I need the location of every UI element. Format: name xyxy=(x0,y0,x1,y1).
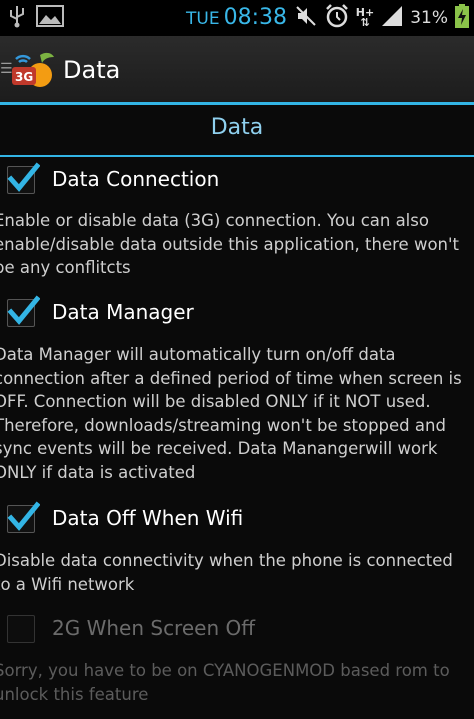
section-header: Data xyxy=(210,115,264,140)
checkbox-2g-when-screen-off xyxy=(7,615,35,643)
signal-icon xyxy=(380,5,404,31)
preference-title: Data Manager xyxy=(52,300,194,324)
status-day: TUE xyxy=(186,9,220,29)
status-bar: TUE 08:38 H+ ⇅ 31% xyxy=(0,0,474,36)
checkbox-data-off-when-wifi[interactable] xyxy=(7,501,40,533)
section-header-divider xyxy=(0,155,474,157)
network-type-label: H+ xyxy=(355,6,375,19)
preference-2g-when-screen-off: 2G When Screen Off Sorry, you have to be… xyxy=(0,610,474,710)
image-icon xyxy=(36,5,64,31)
checkmark-icon xyxy=(7,501,40,531)
preference-summary: Sorry, you have to be on CYANOGENMOD bas… xyxy=(0,661,450,704)
preference-summary: Disable data connectivity when the phone… xyxy=(0,551,453,594)
preference-title: Data Connection xyxy=(52,167,220,191)
checkmark-icon xyxy=(7,295,40,325)
alarm-icon xyxy=(324,3,350,33)
usb-icon xyxy=(8,4,26,32)
app-logo-3g-icon[interactable]: 3G xyxy=(10,49,56,91)
action-bar-divider xyxy=(0,102,474,105)
page-title: Data xyxy=(63,56,121,84)
preference-title: 2G When Screen Off xyxy=(52,616,256,640)
preference-summary: Enable or disable data (3G) connection. … xyxy=(0,211,459,277)
preference-summary: Data Manager will automatically turn on/… xyxy=(0,345,462,482)
preference-data-connection[interactable]: Data Connection Enable or disable data (… xyxy=(0,160,474,285)
preference-data-manager[interactable]: Data Manager Data Manager will automatic… xyxy=(0,293,474,488)
status-time: 08:38 xyxy=(223,5,287,30)
status-clock: TUE 08:38 xyxy=(186,5,287,30)
battery-percent: 31% xyxy=(410,8,448,28)
battery-charging-icon xyxy=(454,3,470,33)
svg-text:3G: 3G xyxy=(15,70,33,84)
checkbox-data-manager[interactable] xyxy=(7,295,40,327)
mute-icon xyxy=(294,4,318,32)
preference-title: Data Off When Wifi xyxy=(52,506,244,530)
network-type: H+ ⇅ xyxy=(355,6,375,29)
checkbox-data-connection[interactable] xyxy=(7,162,40,194)
checkmark-icon xyxy=(7,162,40,192)
preference-data-off-when-wifi[interactable]: Data Off When Wifi Disable data connecti… xyxy=(0,498,474,598)
